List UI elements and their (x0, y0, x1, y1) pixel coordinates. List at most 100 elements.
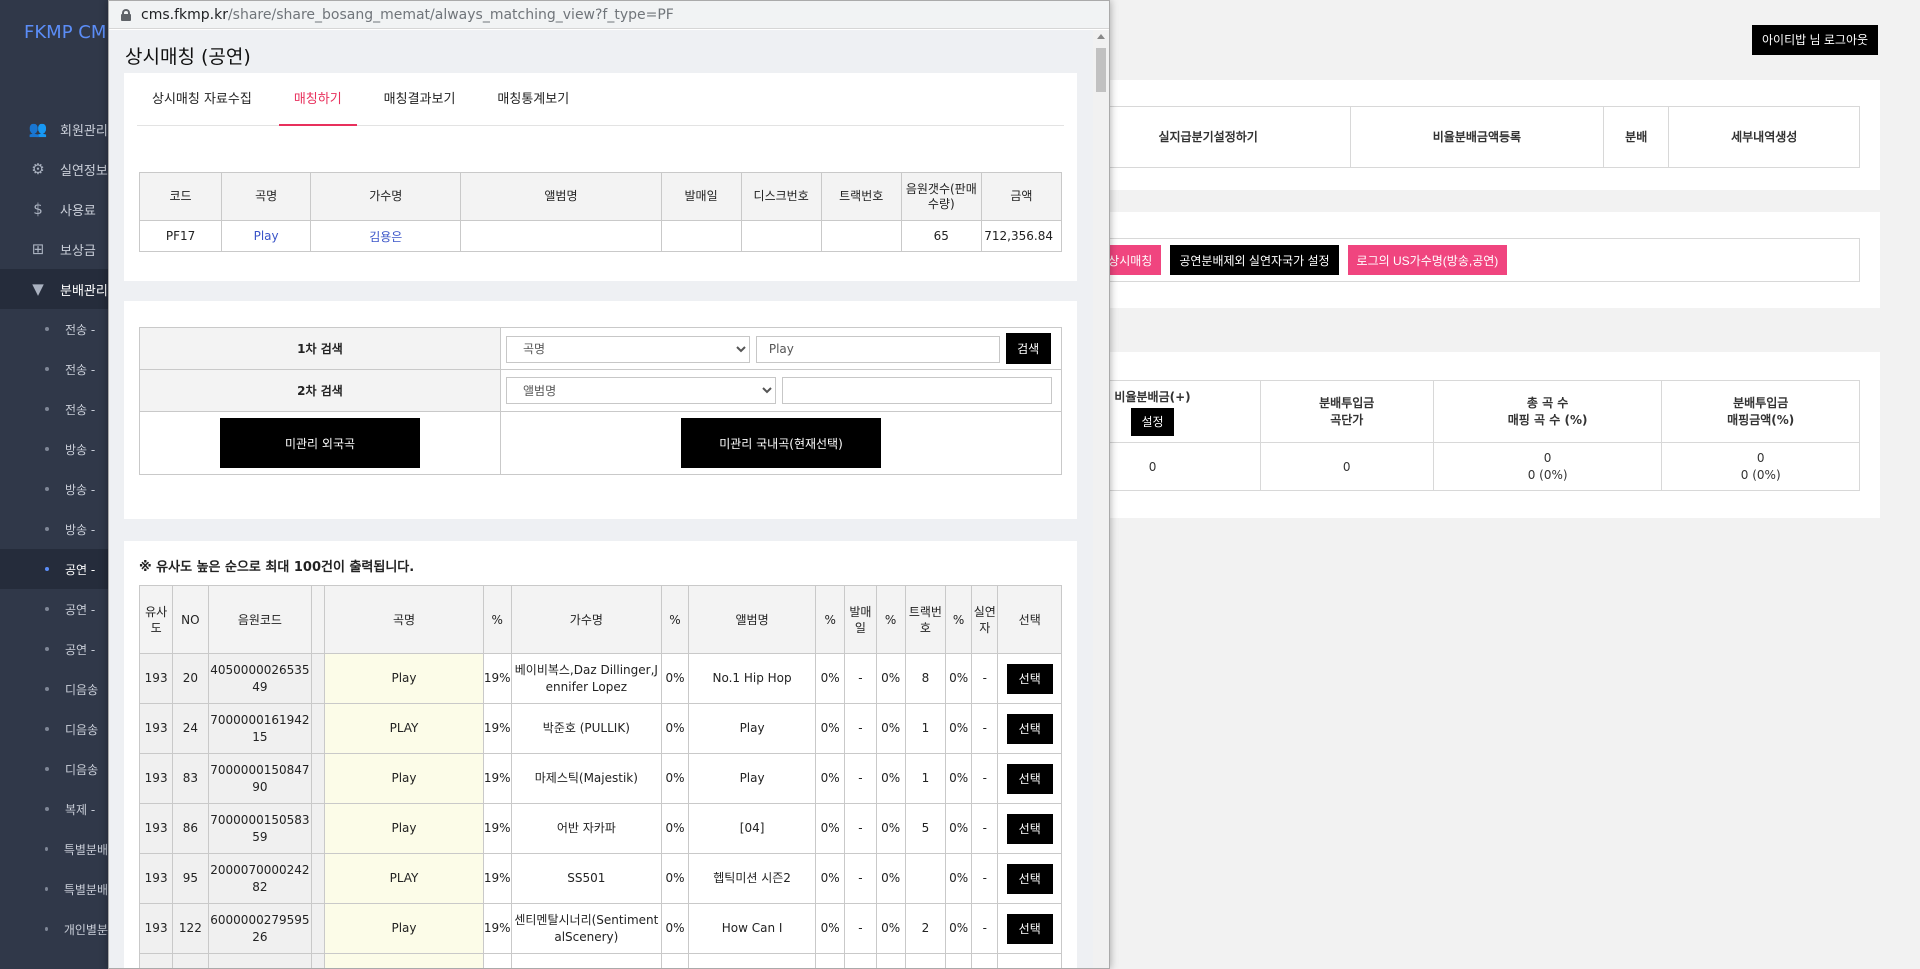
distribution-step-3[interactable]: 분배 (1602, 106, 1670, 168)
tab-0[interactable]: 상시매칭 자료수집 (137, 73, 267, 125)
result-cell-album: No.1 Hip Hop (688, 653, 817, 704)
source-info-table: 코드 곡명 가수명 앨범명 발매일 디스크번호 트랙번호 음원갯수(판매수량) 금액 PF17 P… (138, 172, 1063, 252)
sidebar-subitem-label: 개인별분 (63, 922, 108, 937)
tab-3[interactable]: 매칭통계보기 (482, 73, 584, 125)
sidebar-subitem-4[interactable]: 방송 - (0, 469, 108, 509)
result-cell-title: Play (324, 653, 484, 704)
sidebar-item-4[interactable]: ▼ 분배관리 (0, 269, 108, 309)
bullet-icon (45, 887, 48, 891)
result-cell-sim: 193 (138, 653, 174, 704)
info-header-5: 디스크번호 (740, 172, 822, 221)
sidebar-item-label: 분배관리 (60, 283, 108, 299)
sidebar-item-0[interactable]: 👥 회원관리 (0, 109, 108, 149)
result-row: 193 24 700000016194215 PLAY 19% 박준호 (PULLIK) 0… (138, 703, 1062, 754)
result-cell-no: 122 (172, 903, 209, 954)
info-header-0: 코드 (138, 172, 223, 221)
select-button[interactable]: 선택 (1006, 763, 1053, 794)
search-form-table: 1차 검색 곡명 검색 2차 검색 앨범명 미관리 외국곡 (139, 327, 1062, 475)
tab-1[interactable]: 매칭하기 (278, 73, 357, 126)
result-cell-blank (311, 753, 326, 804)
sidebar-subitem-9[interactable]: 디음송 (0, 669, 108, 709)
toolbar-button-4[interactable]: 로그의 US가수명(방송,공연) (1347, 245, 1508, 275)
result-cell-date: - (844, 853, 877, 904)
result-cell-album: Play (688, 703, 817, 754)
summary-value-amount: 0 0 (0%) (1661, 442, 1860, 491)
search-card: 1차 검색 곡명 검색 2차 검색 앨범명 미관리 외국곡 (124, 301, 1077, 519)
first-search-input[interactable] (755, 335, 1000, 363)
info-cell-3 (460, 220, 662, 252)
result-cell-p4: 0% (875, 903, 906, 954)
ratio-set-button[interactable]: 설정 (1131, 407, 1174, 436)
result-cell-title: PLAY (324, 853, 484, 904)
result-header-11: % (875, 585, 906, 654)
select-button[interactable]: 선택 (1006, 663, 1053, 694)
info-cell-2[interactable]: 김용은 (310, 220, 462, 252)
first-search-field-select[interactable]: 곡명 (506, 335, 750, 363)
sidebar-subitem-8[interactable]: 공연 - (0, 629, 108, 669)
summary-head-count: 총 곡 수 매핑 곡 수 (%) (1432, 380, 1663, 443)
select-button[interactable]: 선택 (1006, 913, 1053, 944)
bullet-icon (45, 327, 49, 331)
select-button[interactable]: 선택 (1006, 713, 1053, 744)
sidebar-item-label: 실연정보 (60, 163, 108, 179)
unmanaged-domestic-button[interactable]: 미관리 국내곡(현재선택) (681, 418, 881, 468)
sidebar-item-3[interactable]: ⊞ 보상금 (0, 229, 108, 269)
second-search-field-select[interactable]: 앨범명 (506, 377, 776, 404)
scroll-up-icon[interactable] (1097, 34, 1105, 39)
info-cell-1[interactable]: Play (221, 220, 312, 252)
result-header-2: 음원코드 (207, 585, 313, 654)
select-button[interactable]: 선택 (1006, 813, 1053, 844)
sidebar-subitem-0[interactable]: 전송 - (0, 309, 108, 349)
result-row: 193 20 405000002653549 Play 19% 베이비복스,Daz Dil… (138, 653, 1062, 704)
tab-2[interactable]: 매칭결과보기 (369, 73, 471, 125)
result-cell-album: [04] (688, 803, 817, 854)
summary-head-unit: 분배투입금 곡단가 (1259, 380, 1434, 443)
result-cell-title: Play (324, 903, 484, 954)
sidebar-subitem-3[interactable]: 방송 - (0, 429, 108, 469)
result-cell-sim: 193 (138, 703, 174, 754)
result-cell-btn: 선택 (997, 753, 1062, 804)
distribution-actions-panel: 타 하기실지급분기설정하기비율분배금액등록분배세부내역생성 (999, 80, 1880, 190)
result-cell-album: Play (688, 753, 817, 804)
distribution-step-4[interactable]: 세부내역생성 (1668, 106, 1860, 168)
logout-button[interactable]: 아이티밥 님 로그아웃 (1752, 25, 1879, 55)
match-info-card: 상시매칭 자료수집 매칭하기 매칭결과보기 매칭통계보기 코드 곡명 가수명 앨범명 발매일 디… (124, 73, 1077, 281)
sidebar-subitem-5[interactable]: 방송 - (0, 509, 108, 549)
sidebar-subitem-12[interactable]: 복제 - (0, 789, 108, 829)
second-search-label: 2차 검색 (139, 369, 501, 412)
popup-scrollbar[interactable] (1093, 30, 1109, 968)
bullet-icon (45, 367, 49, 371)
result-cell-p1: 19% (482, 653, 512, 704)
sidebar-subitem-1[interactable]: 전송 - (0, 349, 108, 389)
sidebar-subitem-10[interactable]: 디음송 (0, 709, 108, 749)
sidebar-subitem-14[interactable]: 특별분배 (0, 869, 108, 909)
sidebar-item-1[interactable]: ⚙ 실연정보 (0, 149, 108, 189)
result-cell-p2: 0% (660, 903, 690, 954)
result-header-7: % (660, 585, 690, 654)
sidebar-subitem-15[interactable]: 개인별분 (0, 909, 108, 949)
result-cell-date: - (844, 653, 877, 704)
result-cell-btn: 선택 (997, 853, 1062, 904)
result-cell-sim: 193 (138, 803, 174, 854)
distribution-step-2[interactable]: 비율분배금액등록 (1349, 106, 1604, 168)
sidebar-subitem-13[interactable]: 특별분배 (0, 829, 108, 869)
sidebar-subitem-11[interactable]: 디음송 (0, 749, 108, 789)
sidebar-item-2[interactable]: $ 사용료 (0, 189, 108, 229)
result-row: 193 122 600000027959526 Play 19% 센티멘탈시너리(Sent… (138, 903, 1062, 954)
sidebar-subitem-label: 방송 - (65, 522, 96, 537)
result-cell-p5: 0% (945, 803, 973, 854)
summary-panel: 비율분배금(+) 설정 분배투입금 곡단가 총 곡 수 매핑 곡 수 (%) 분… (999, 352, 1880, 518)
sidebar-subitem-6[interactable]: 공연 - (0, 549, 108, 589)
sidebar-subitem-label: 방송 - (65, 442, 96, 457)
select-button[interactable]: 선택 (1006, 863, 1053, 894)
unmanaged-foreign-button[interactable]: 미관리 외국곡 (220, 418, 420, 468)
brand-logo[interactable]: FKMP CM (24, 22, 106, 43)
second-search-input[interactable] (781, 377, 1052, 404)
search-button[interactable]: 검색 (1005, 333, 1051, 364)
sidebar-subitem-7[interactable]: 공연 - (0, 589, 108, 629)
address-bar[interactable]: cms.fkmp.kr/share/share_bosang_memat/alw… (109, 1, 1109, 29)
sidebar-subitem-2[interactable]: 전송 - (0, 389, 108, 429)
bullet-icon (45, 607, 49, 611)
toolbar-button-3[interactable]: 공연분배제외 실연자국가 설정 (1170, 245, 1339, 275)
scrollbar-thumb[interactable] (1096, 48, 1106, 92)
